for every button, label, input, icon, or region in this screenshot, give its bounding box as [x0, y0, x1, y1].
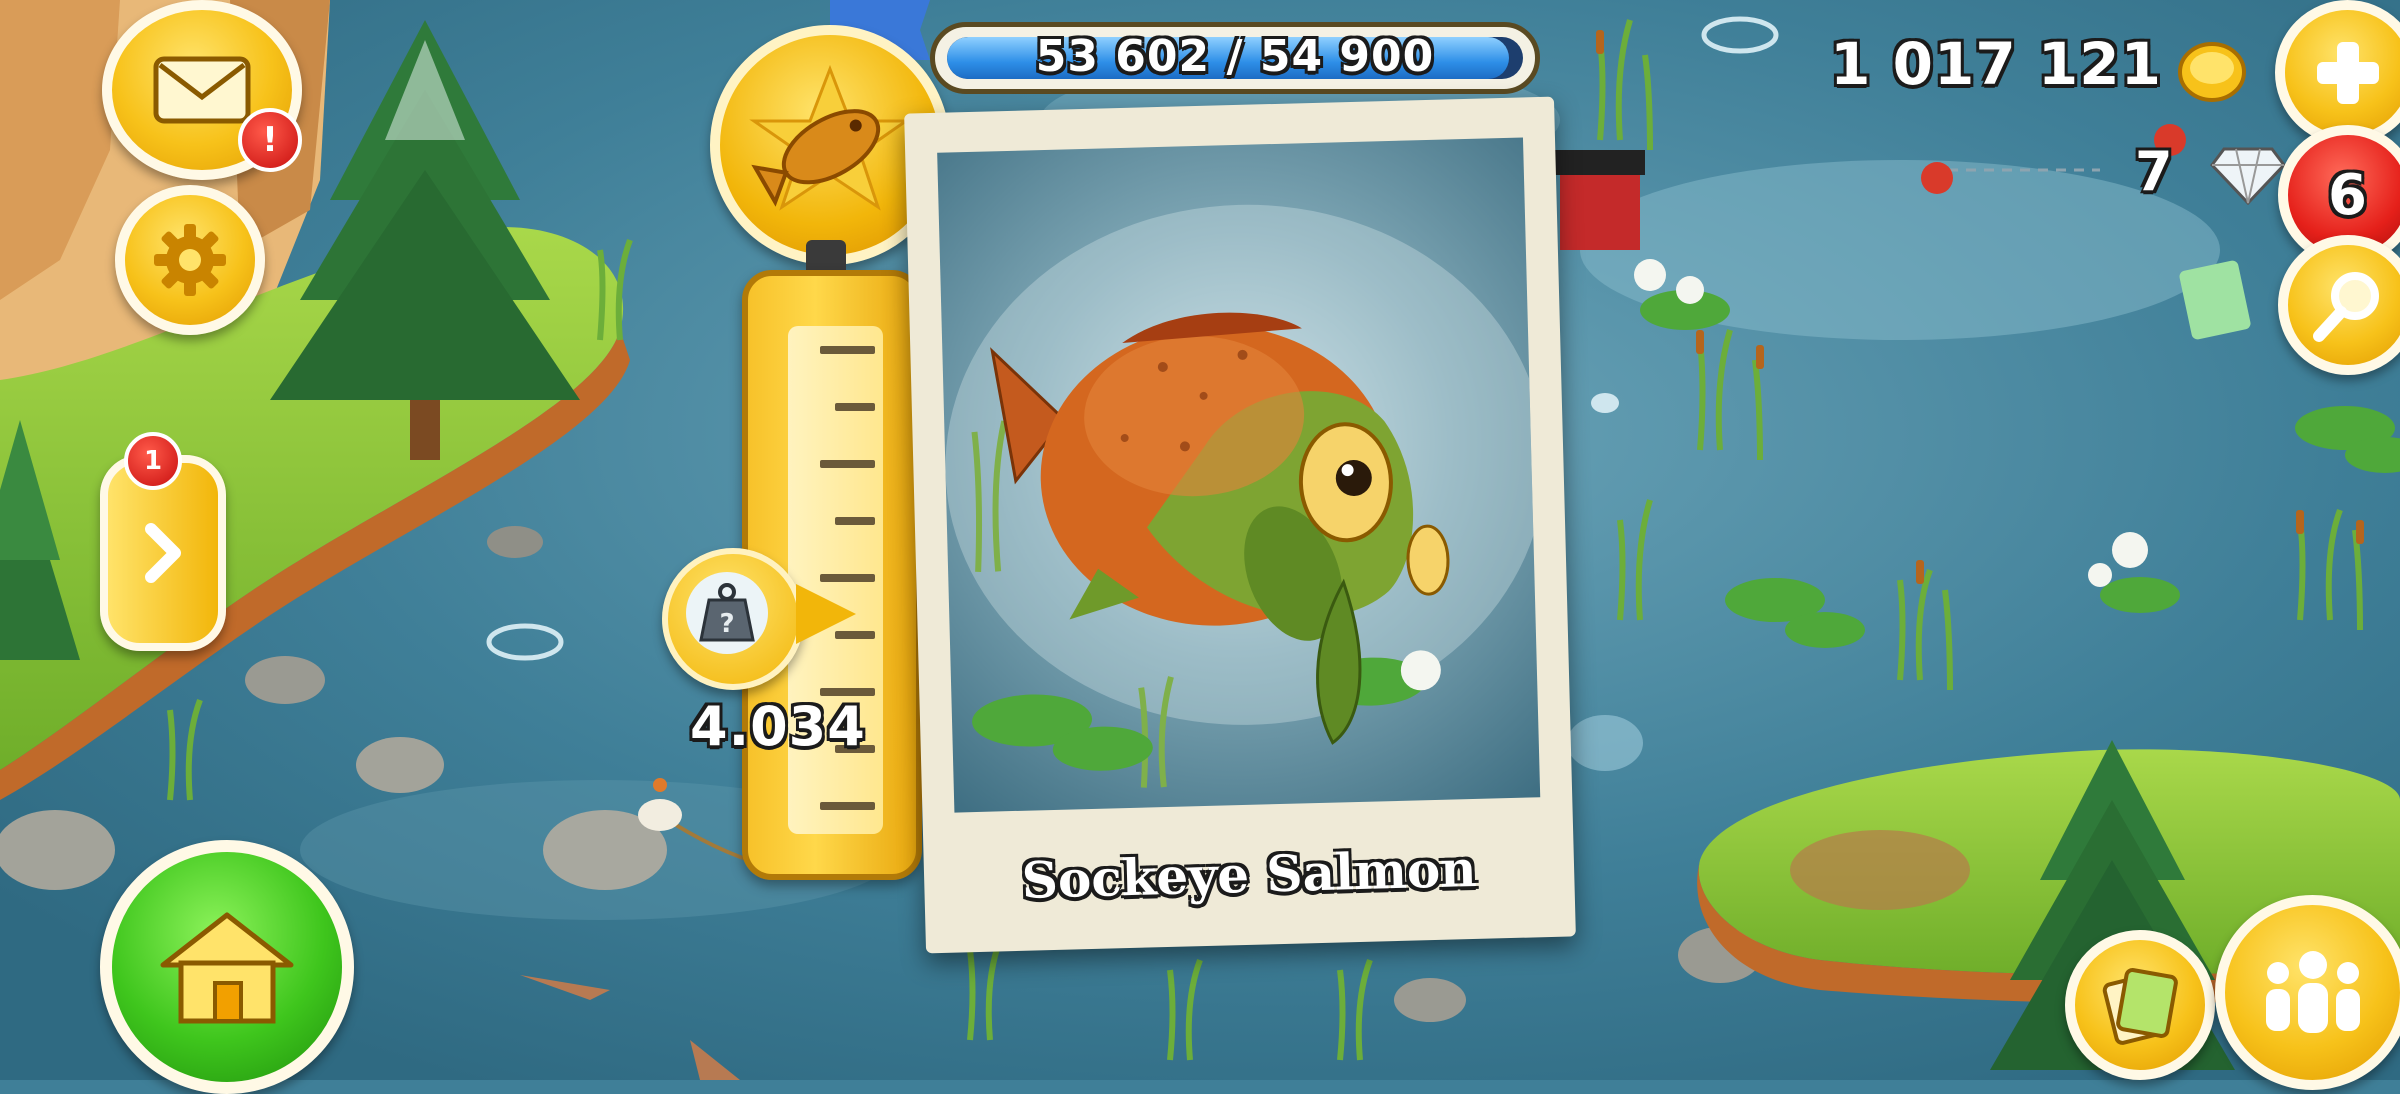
magnifier-icon: [2313, 272, 2379, 342]
ruler-tick: [820, 460, 875, 468]
cards-button[interactable]: [2065, 930, 2215, 1080]
home-button[interactable]: [100, 840, 354, 1094]
mail-icon: [153, 56, 251, 124]
svg-text:?: ?: [719, 609, 734, 639]
diamond-icon: [2210, 147, 2286, 205]
fish-photo-card[interactable]: Sockeye Salmon: [904, 96, 1576, 954]
ruler-tick: [820, 574, 875, 582]
fish-weight: 4.034: [690, 695, 866, 758]
friends-button[interactable]: [2215, 895, 2400, 1090]
settings-button[interactable]: [115, 185, 265, 335]
mail-alert-badge: !: [238, 108, 302, 172]
home-icon: [160, 912, 294, 1024]
xp-text: 53 602 / 54 900: [1035, 31, 1435, 82]
ruler-tick: [820, 346, 875, 354]
weight-icon-holder: ?: [686, 572, 768, 654]
ruler-tick: [820, 802, 875, 810]
gear-icon: [154, 224, 226, 296]
chevron-right-icon: [145, 523, 181, 583]
cards-icon: [2102, 968, 2178, 1045]
ruler-tick: [835, 517, 875, 525]
weight-marker: ?: [662, 548, 856, 690]
friends-icon: [2265, 950, 2360, 1033]
notification-count: 6: [2328, 162, 2368, 228]
fish-name: Sockeye Salmon: [1021, 838, 1478, 910]
sockeye-salmon-image: [945, 204, 1541, 788]
ruler-tick: [835, 403, 875, 411]
diamond-count: 7: [2135, 140, 2174, 203]
fish-medal-icon: [749, 64, 911, 211]
side-menu-badge: 1: [124, 432, 182, 490]
xp-bar: 53 602 / 54 900: [930, 22, 1540, 94]
coin-icon: [2178, 42, 2246, 102]
plus-icon: [2316, 41, 2379, 104]
weight-icon: ?: [699, 583, 755, 642]
fish-photo: [937, 137, 1541, 813]
coin-count: 1 017 121: [1830, 30, 2162, 98]
